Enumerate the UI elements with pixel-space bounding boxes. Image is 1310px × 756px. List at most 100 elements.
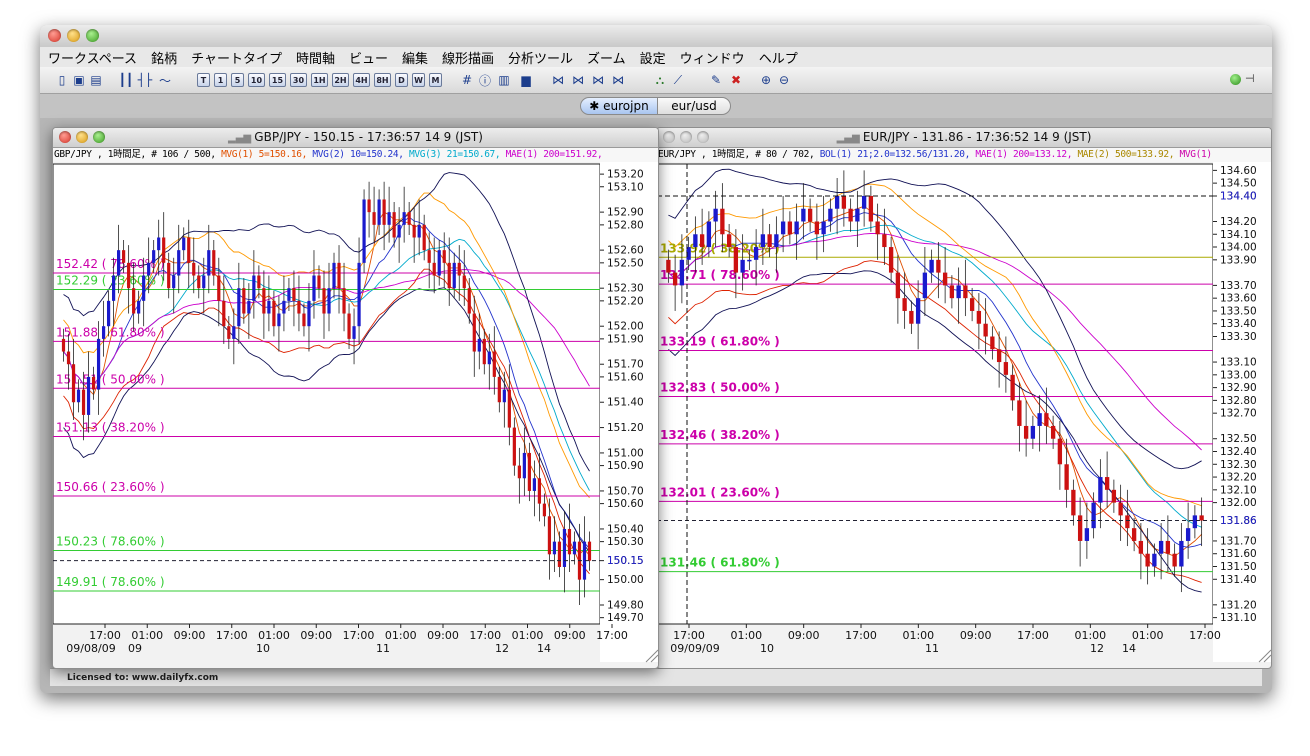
- minimize-button[interactable]: [67, 29, 80, 42]
- timeframe-button-d[interactable]: D: [395, 73, 408, 87]
- timeframe-button-1h[interactable]: 1H: [311, 73, 328, 87]
- candle-chart-icon[interactable]: ┃┃: [118, 72, 134, 88]
- close-button[interactable]: [48, 29, 61, 42]
- candle-body: [587, 541, 592, 561]
- timeframe-button-m[interactable]: M: [429, 73, 442, 87]
- tab-eurojpn[interactable]: ✱ eurojpn: [580, 97, 658, 115]
- chart-zoom-button[interactable]: [697, 131, 709, 143]
- x-tick-label: 17:00: [469, 629, 501, 642]
- bar-chart-icon: ▂▄▆: [228, 133, 255, 144]
- candle-body: [167, 262, 171, 289]
- draw-tool-1-icon[interactable]: ⋈: [550, 72, 566, 88]
- x-date-label: 12: [1090, 642, 1104, 655]
- menu-3[interactable]: 時間軸: [296, 48, 335, 67]
- print-icon[interactable]: ▤: [88, 72, 104, 88]
- candle-body: [929, 259, 934, 273]
- tab-eurusd[interactable]: eur/usd: [657, 97, 731, 115]
- timeframe-button-15[interactable]: 15: [269, 73, 286, 87]
- menu-4[interactable]: ビュー: [349, 48, 388, 67]
- new-chart-icon[interactable]: ▯: [54, 72, 70, 88]
- timeframe-button-1[interactable]: 1: [214, 73, 227, 87]
- y-tick-label: 133.30: [1220, 331, 1257, 343]
- candle-body: [1165, 540, 1171, 554]
- fib-level-label: 132.83 ( 50.00% ): [660, 381, 780, 395]
- timeframe-button-8h[interactable]: 8H: [374, 73, 391, 87]
- delete-icon[interactable]: ✖: [728, 72, 744, 88]
- candle-body: [357, 262, 361, 327]
- candle-body: [1044, 413, 1049, 426]
- candle-body: [902, 298, 907, 311]
- zoom-button[interactable]: [86, 29, 99, 42]
- zoom-out-icon[interactable]: ⊖: [776, 72, 792, 88]
- draw-tool-3-icon[interactable]: ⋈: [590, 72, 606, 88]
- info-icon[interactable]: ⓘ: [477, 72, 493, 88]
- candle-body: [257, 275, 261, 289]
- grid-icon[interactable]: #: [459, 72, 475, 88]
- menu-10[interactable]: ウィンドウ: [680, 48, 745, 67]
- indicator-label: MVG(1) 5=150.16,: [221, 149, 313, 160]
- x-tick-label: 17:00: [845, 629, 877, 642]
- x-tick-label: 17:00: [1189, 629, 1221, 642]
- candle-body: [747, 259, 752, 262]
- draw-tool-2-icon[interactable]: ⋈: [570, 72, 586, 88]
- chart-area[interactable]: 152.42 ( 78.60% )152.29 ( 23.60% )151.88…: [53, 162, 658, 668]
- menu-7[interactable]: 分析ツール: [508, 48, 573, 67]
- candle-body: [322, 288, 326, 314]
- timeframe-button-5[interactable]: 5: [231, 73, 244, 87]
- candle-body: [753, 247, 759, 260]
- candle-body: [532, 478, 536, 491]
- chart-area[interactable]: 133.92 ( 38.20% )133.71 ( 78.60% )133.19…: [657, 162, 1271, 668]
- chart-close-button[interactable]: [59, 131, 71, 143]
- timeframe-button-2h[interactable]: 2H: [332, 73, 349, 87]
- y-tick-label: 132.40: [1220, 446, 1257, 458]
- chart-minimize-button[interactable]: [680, 131, 692, 143]
- chart-minimize-button[interactable]: [76, 131, 88, 143]
- line-chart-icon[interactable]: 〜: [157, 72, 173, 88]
- menu-8[interactable]: ズーム: [587, 48, 626, 67]
- volume-icon[interactable]: ▥: [496, 72, 512, 88]
- candle-body: [192, 262, 196, 276]
- menu-6[interactable]: 線形描画: [442, 48, 494, 67]
- candle-body: [1091, 502, 1096, 529]
- menu-1[interactable]: 銘柄: [151, 48, 177, 67]
- pin-icon[interactable]: ⊣: [1245, 72, 1255, 85]
- candle-body: [242, 288, 246, 314]
- trend-line-icon[interactable]: ⟋: [670, 72, 686, 88]
- chart-window-gbpjpy[interactable]: ▂▄▆ GBP/JPY - 150.15 - 17:36:57 14 9 (JS…: [52, 127, 659, 669]
- indicator-label: MVG(1): [1179, 149, 1212, 160]
- menu-0[interactable]: ワークスペース: [48, 48, 137, 67]
- x-date-label: 09: [128, 642, 142, 655]
- candle-body: [672, 272, 678, 286]
- timeframe-button-4h[interactable]: 4H: [353, 73, 370, 87]
- eraser-icon[interactable]: ✎: [708, 72, 724, 88]
- chart-close-button[interactable]: [663, 131, 675, 143]
- y-tick-label: 133.90: [1220, 254, 1257, 266]
- y-tick-label: 132.30: [1220, 459, 1257, 471]
- menu-bar: ワークスペース 銘柄 チャートタイプ 時間軸 ビュー 編集 線形描画 分析ツール ズーム 設定 ウィ…: [40, 47, 1272, 67]
- indicator-info-bar: GBP/JPY , 1時間足, # 106 / 500, MVG(1) 5=15…: [53, 148, 658, 162]
- menu-5[interactable]: 編集: [402, 48, 428, 67]
- x-tick-label: 01:00: [385, 629, 417, 642]
- menu-9[interactable]: 設定: [640, 48, 666, 67]
- candle-body: [432, 262, 436, 276]
- timeframe-button-30[interactable]: 30: [290, 73, 307, 87]
- candle-body: [297, 300, 301, 314]
- zoom-in-icon[interactable]: ⊕: [758, 72, 774, 88]
- chart-zoom-button[interactable]: [93, 131, 105, 143]
- indicator-icon[interactable]: ⛬: [652, 72, 668, 88]
- timeframe-button-10[interactable]: 10: [248, 73, 265, 87]
- candle-body: [117, 250, 121, 276]
- bars-inactive-icon[interactable]: ▆: [518, 72, 534, 88]
- candle-body: [990, 336, 995, 350]
- draw-tool-4-icon[interactable]: ⋈: [610, 72, 626, 88]
- menu-11[interactable]: ヘルプ: [759, 48, 798, 67]
- candle-body: [1017, 400, 1022, 426]
- timeframe-button-w[interactable]: W: [412, 73, 425, 87]
- timeframe-button-t[interactable]: T: [197, 73, 210, 87]
- candle-body: [147, 262, 151, 276]
- candle-body: [137, 300, 141, 314]
- bar-chart-icon[interactable]: ┤├: [137, 72, 153, 88]
- menu-2[interactable]: チャートタイプ: [191, 48, 282, 67]
- save-icon[interactable]: ▣: [71, 72, 87, 88]
- chart-window-eurjpy[interactable]: ▂▄▆ EUR/JPY - 131.86 - 17:36:52 14 9 (JS…: [656, 127, 1272, 669]
